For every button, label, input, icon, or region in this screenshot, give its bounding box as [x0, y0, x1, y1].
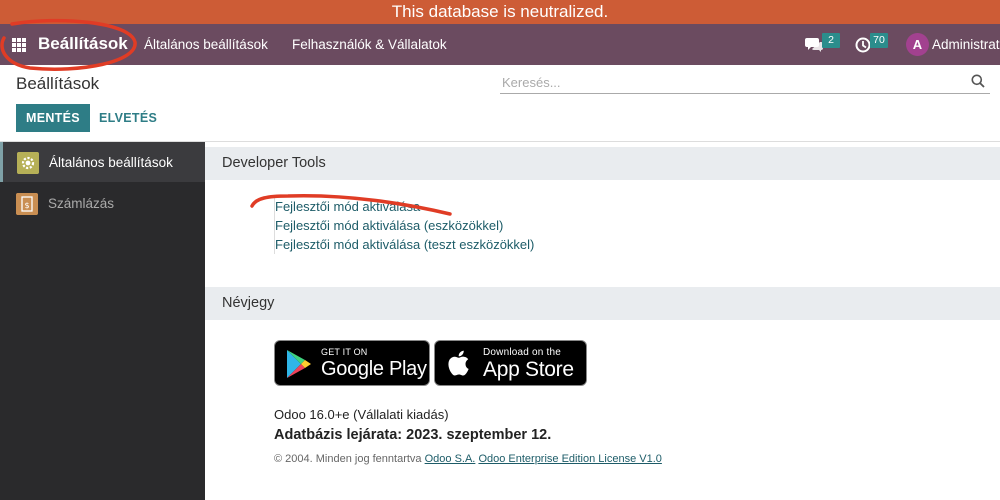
- app-brand[interactable]: Beállítások: [38, 34, 128, 54]
- neutralized-banner: This database is neutralized.: [0, 0, 1000, 24]
- chat-icon[interactable]: [805, 37, 823, 52]
- save-button[interactable]: MENTÉS: [16, 104, 90, 132]
- invoice-icon: $: [16, 193, 38, 215]
- copyright-text: © 2004. Minden jog fenntartva: [274, 453, 422, 465]
- google-play-label: Google Play: [321, 358, 427, 380]
- sidebar-item-general-settings[interactable]: Általános beállítások: [0, 142, 205, 182]
- version-info: Odoo 16.0+e (Vállalati kiadás): [274, 407, 449, 422]
- activate-developer-mode-link[interactable]: Fejlesztői mód aktiválása: [275, 197, 534, 216]
- google-play-button[interactable]: GET IT ON Google Play: [274, 340, 430, 386]
- section-developer-tools-title: Developer Tools: [205, 147, 1000, 180]
- app-store-caption: Download on the: [483, 347, 562, 358]
- activity-clock-icon[interactable]: [855, 37, 871, 53]
- sidebar-item-invoicing[interactable]: $ Számlázás: [0, 183, 205, 223]
- license-link[interactable]: Odoo Enterprise Edition License V1.0: [478, 453, 661, 465]
- search-icon[interactable]: [971, 74, 985, 88]
- google-play-caption: GET IT ON: [321, 347, 368, 357]
- main-navbar: Beállítások Általános beállítások Felhas…: [0, 24, 1000, 65]
- app-store-button[interactable]: Download on the App Store: [434, 340, 587, 386]
- discard-button[interactable]: ELVETÉS: [99, 104, 157, 132]
- messages-count-badge: 2: [822, 33, 840, 48]
- nav-menu-general-settings[interactable]: Általános beállítások: [144, 37, 268, 52]
- odoo-sa-link[interactable]: Odoo S.A.: [425, 453, 476, 465]
- developer-links: Fejlesztői mód aktiválása Fejlesztői mód…: [274, 197, 534, 254]
- apple-icon: [448, 350, 469, 376]
- copyright-line: © 2004. Minden jog fenntartva Odoo S.A. …: [274, 453, 662, 465]
- database-expiry: Adatbázis lejárata: 2023. szeptember 12.: [274, 427, 552, 443]
- activities-count-badge: 70: [870, 33, 888, 48]
- user-avatar[interactable]: A: [906, 33, 929, 56]
- settings-content: Developer Tools Fejlesztői mód aktiválás…: [205, 142, 1000, 500]
- gear-icon: [17, 152, 39, 174]
- settings-sidebar: Általános beállítások $ Számlázás: [0, 142, 205, 500]
- control-panel: Beállítások MENTÉS ELVETÉS: [0, 65, 1000, 142]
- activate-developer-mode-tests-link[interactable]: Fejlesztői mód aktiválása (teszt eszközö…: [275, 235, 534, 254]
- svg-text:$: $: [24, 201, 29, 210]
- search-input[interactable]: [500, 72, 990, 94]
- apps-menu-icon[interactable]: [12, 38, 26, 52]
- user-menu-name[interactable]: Administrator: [932, 37, 1000, 52]
- breadcrumb: Beállítások: [16, 74, 100, 93]
- section-about-title: Névjegy: [205, 287, 1000, 320]
- sidebar-item-label: Számlázás: [48, 196, 115, 211]
- activate-developer-mode-assets-link[interactable]: Fejlesztői mód aktiválása (eszközökkel): [275, 216, 534, 235]
- google-play-icon: [287, 350, 311, 378]
- app-store-label: App Store: [483, 358, 574, 381]
- sidebar-item-label: Általános beállítások: [49, 155, 173, 170]
- nav-menu-users-companies[interactable]: Felhasználók & Vállalatok: [292, 37, 447, 52]
